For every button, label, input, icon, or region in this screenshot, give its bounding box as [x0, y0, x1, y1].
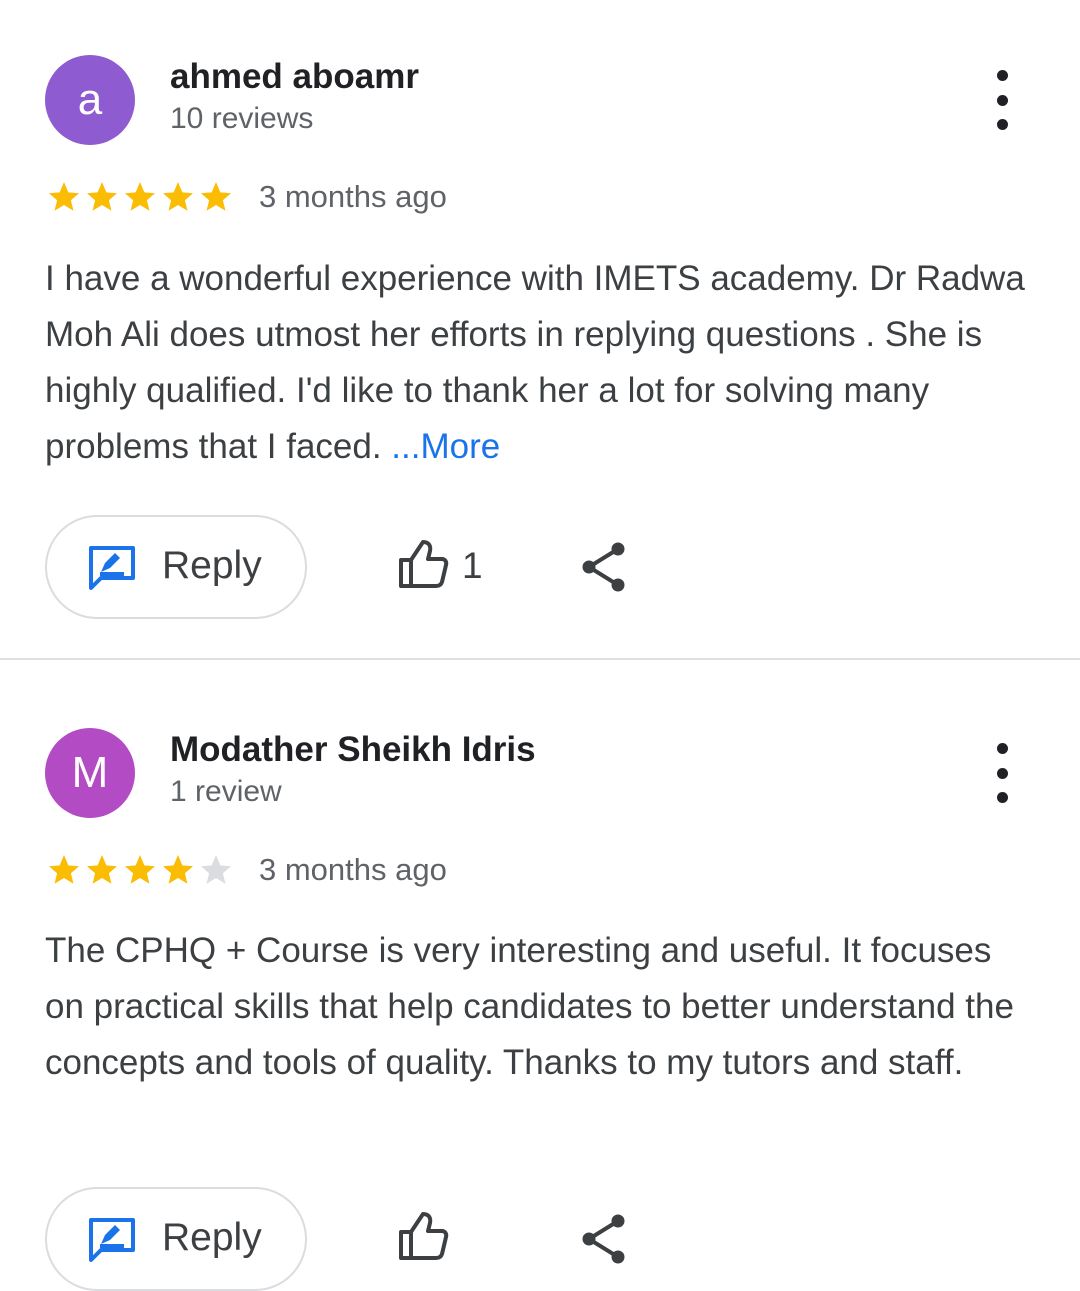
- star-rating: [45, 179, 235, 215]
- reply-icon: [89, 1218, 135, 1262]
- share-icon[interactable]: [580, 541, 628, 593]
- star-icon: [49, 182, 79, 211]
- review-card: a ahmed aboamr 10 reviews 3 months ago I…: [0, 0, 1080, 658]
- avatar-letter: M: [71, 748, 109, 797]
- more-vert-icon-dot: [996, 94, 1008, 106]
- review-text-body: The CPHQ + Course is very interesting an…: [45, 931, 1014, 1082]
- review-time: 3 months ago: [259, 179, 447, 214]
- star-icon: [49, 855, 79, 884]
- reviewer-review-count: 1 review: [170, 775, 282, 808]
- star-icon: [125, 182, 155, 211]
- star-icon: [125, 855, 155, 884]
- reviewer-review-count: 10 reviews: [170, 102, 314, 135]
- more-options-button[interactable]: [982, 743, 1022, 803]
- review-text: The CPHQ + Course is very interesting an…: [45, 923, 1035, 1091]
- review-text: I have a wonderful experience with IMETS…: [45, 251, 1035, 475]
- more-vert-icon: [996, 70, 1008, 81]
- review-text-body: I have a wonderful experience with IMETS…: [45, 259, 1025, 466]
- star-icon: [201, 182, 231, 211]
- more-vert-icon-dot: [996, 119, 1008, 130]
- star-icon: [163, 855, 193, 884]
- reply-label: Reply: [162, 544, 262, 587]
- avatar[interactable]: M: [45, 728, 135, 818]
- more-vert-icon-dot: [996, 767, 1008, 779]
- share-icon[interactable]: [580, 1213, 628, 1265]
- review-card: M Modather Sheikh Idris 1 review 3 month…: [0, 660, 1080, 1291]
- more-vert-icon: [996, 743, 1008, 754]
- reply-label: Reply: [162, 1216, 262, 1259]
- reply-button[interactable]: Reply: [45, 515, 307, 619]
- like-count: 1: [462, 545, 483, 586]
- star-icon: [87, 182, 117, 211]
- reply-button[interactable]: Reply: [45, 1187, 307, 1291]
- thumb-up-icon[interactable]: [398, 1210, 450, 1262]
- more-link[interactable]: ...More: [391, 427, 500, 466]
- more-vert-icon-dot: [996, 792, 1008, 803]
- avatar-letter: a: [77, 75, 103, 124]
- reply-icon: [89, 546, 135, 590]
- reviewer-name[interactable]: Modather Sheikh Idris: [170, 730, 536, 770]
- avatar[interactable]: a: [45, 55, 135, 145]
- star-icon-empty: [201, 855, 231, 884]
- reviewer-name[interactable]: ahmed aboamr: [170, 57, 419, 97]
- review-time: 3 months ago: [259, 852, 447, 887]
- star-icon: [87, 855, 117, 884]
- star-icon: [163, 182, 193, 211]
- thumb-up-icon[interactable]: [398, 538, 450, 590]
- more-options-button[interactable]: [982, 70, 1022, 130]
- star-rating: [45, 852, 235, 888]
